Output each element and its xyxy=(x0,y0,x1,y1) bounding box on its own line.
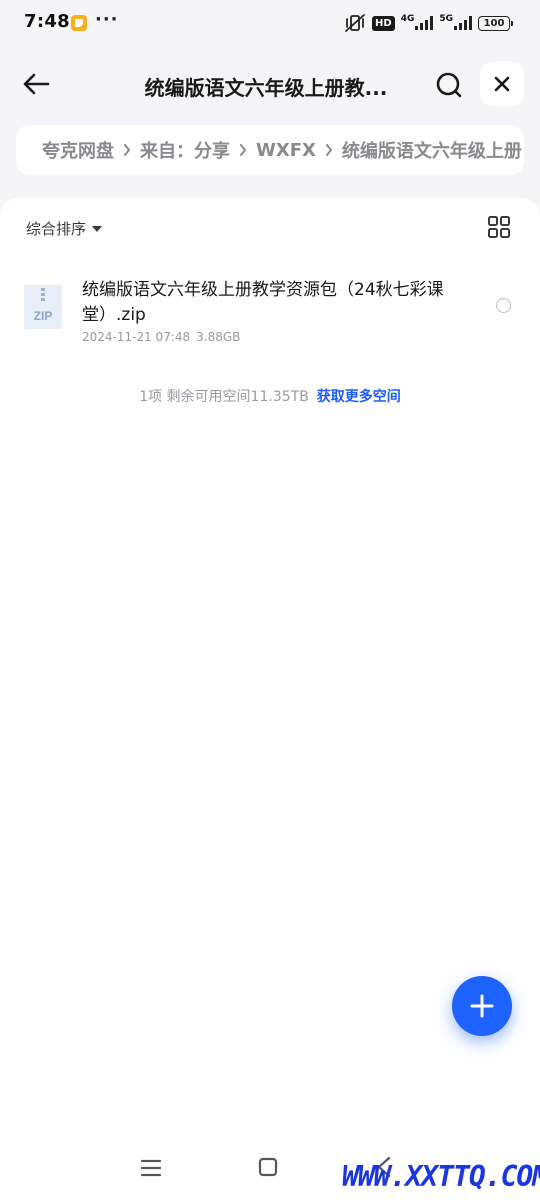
zip-icon-label: ZIP xyxy=(34,309,53,323)
net-label-4g: 4G xyxy=(400,14,415,24)
file-date: 2024-11-21 07:48 xyxy=(82,330,191,344)
hd-badge: HD xyxy=(372,15,395,31)
more-notifications-icon: ··· xyxy=(95,9,119,30)
grid-view-icon[interactable] xyxy=(488,216,510,238)
breadcrumb-item-wxfx[interactable]: WXFX xyxy=(256,140,316,161)
storage-info-text: 1项 剩余可用空间11.35TB xyxy=(139,389,309,405)
zip-file-icon: ZIP xyxy=(24,285,62,329)
chevron-right-icon xyxy=(123,144,131,156)
search-button[interactable] xyxy=(428,64,470,106)
signal-bars-icon xyxy=(415,16,434,30)
sort-label: 综合排序 xyxy=(26,220,87,238)
storage-info: 1项 剩余可用空间11.35TB 获取更多空间 xyxy=(0,386,540,406)
breadcrumb: 夸克网盘 来自：分享 WXFX 统编版语文六年级上册 xyxy=(16,125,524,175)
status-time: 7:48 xyxy=(24,11,70,32)
file-size: 3.88GB xyxy=(196,330,241,344)
select-checkbox[interactable] xyxy=(496,298,511,313)
file-row[interactable]: ZIP 统编版语文六年级上册教学资源包（24秋七彩课堂）.zip 2024-11… xyxy=(0,264,540,354)
home-icon[interactable] xyxy=(258,1157,278,1177)
search-icon xyxy=(436,72,462,98)
add-button[interactable] xyxy=(452,976,512,1036)
chevron-right-icon xyxy=(325,144,333,156)
header: 统编版语文六年级上册教... xyxy=(0,56,540,112)
file-name: 统编版语文六年级上册教学资源包（24秋七彩课堂）.zip xyxy=(82,280,444,325)
plus-icon xyxy=(470,994,494,1018)
breadcrumb-item-folder[interactable]: 统编版语文六年级上册 xyxy=(342,137,522,163)
vibrate-off-icon xyxy=(345,14,365,32)
screen: 7:48 ··· HD 4G 5G 100 统编版语文六年级上册教... 夸克网… xyxy=(0,0,540,1200)
watermark: WWW.XXTTQ.COM xyxy=(342,1160,540,1193)
page-title: 统编版语文六年级上册教... xyxy=(144,76,388,100)
status-bar: 7:48 ··· HD 4G 5G 100 xyxy=(0,0,540,46)
get-more-space-link[interactable]: 获取更多空间 xyxy=(317,389,401,405)
sort-dropdown[interactable]: 综合排序 xyxy=(26,218,103,239)
chevron-right-icon xyxy=(239,144,247,156)
close-button[interactable] xyxy=(480,62,524,106)
status-icons: HD 4G 5G 100 xyxy=(344,12,513,34)
top-zone: 7:48 ··· HD 4G 5G 100 统编版语文六年级上册教... 夸克网… xyxy=(0,0,540,215)
close-icon xyxy=(494,76,510,92)
breadcrumb-item-share[interactable]: 来自：分享 xyxy=(140,137,230,163)
file-list-panel: 综合排序 ZIP 统编版语文六年级上册教学资源包（24秋七彩课堂）.zip 20… xyxy=(0,198,540,1200)
back-button[interactable] xyxy=(16,64,56,104)
notification-app-icon xyxy=(71,15,87,31)
breadcrumb-item-drive[interactable]: 夸克网盘 xyxy=(42,137,114,163)
battery-icon: 100 xyxy=(478,15,513,31)
signal-4g: 4G xyxy=(400,14,434,30)
caret-down-icon xyxy=(92,225,103,232)
signal-5g: 5G xyxy=(439,14,472,30)
file-meta: 2024-11-21 07:48 3.88GB xyxy=(82,330,246,344)
arrow-left-icon xyxy=(23,73,50,95)
signal-bars-icon xyxy=(454,16,472,30)
net-label-5g: 5G xyxy=(439,14,453,24)
menu-icon[interactable] xyxy=(140,1158,162,1178)
